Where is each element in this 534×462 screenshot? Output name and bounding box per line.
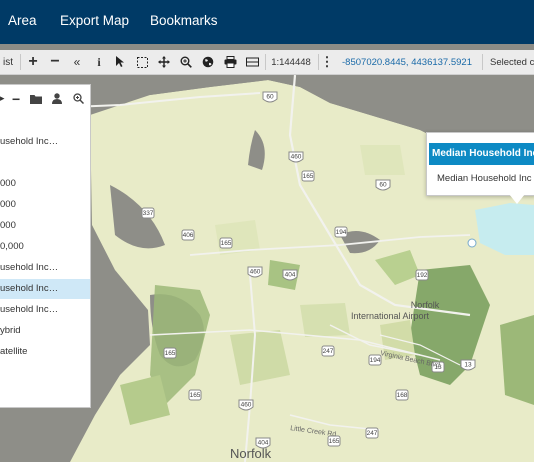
popup-body: Median Household Inc	[437, 173, 532, 184]
menu-export-map[interactable]: Export Map	[60, 13, 129, 28]
route-shield: 337	[143, 210, 154, 217]
route-shield: 168	[397, 392, 408, 399]
menu-area[interactable]: Area	[8, 13, 37, 28]
route-shield: 247	[367, 430, 378, 437]
more-options-icon[interactable]: ⋮	[321, 50, 334, 74]
route-shield: 165	[221, 240, 232, 247]
route-shield: 60	[379, 182, 387, 189]
city-label: Norfolk	[230, 446, 272, 461]
route-shield: 60	[266, 94, 274, 101]
pan-icon[interactable]	[156, 50, 172, 74]
layer-row[interactable]: usehold Inc…	[0, 258, 90, 278]
zoom-layer-icon[interactable]	[73, 93, 85, 107]
popup-pointer	[509, 194, 525, 204]
route-shield: 247	[323, 348, 334, 355]
route-shield: 165	[303, 173, 314, 180]
user-icon[interactable]	[52, 93, 62, 107]
route-shield: 404	[285, 272, 296, 279]
route-shield: 194	[336, 229, 347, 236]
basemap-row[interactable]: ybrid	[0, 321, 90, 341]
route-shield: 165	[190, 392, 201, 399]
route-shield: 165	[329, 438, 340, 445]
layer-row[interactable]: 000	[0, 216, 90, 236]
pointer-icon[interactable]	[112, 50, 128, 74]
route-shield: 194	[370, 357, 381, 364]
layer-row[interactable]: 000	[0, 174, 90, 194]
zoom-in-icon[interactable]: +	[24, 50, 42, 74]
select-rectangle-icon[interactable]	[134, 50, 150, 74]
print-icon[interactable]	[222, 50, 238, 74]
coordinates-readout: -8507020.8445, 4436137.5921	[342, 56, 472, 68]
route-shield: 460	[250, 269, 261, 276]
selected-count-label: Selected c	[490, 56, 534, 68]
layer-row[interactable]	[0, 153, 90, 173]
layer-row[interactable]: usehold Inc…	[0, 300, 90, 320]
route-shield: 406	[183, 232, 194, 239]
layer-row[interactable]: usehold Inc…	[0, 132, 90, 152]
layer-row-selected[interactable]: usehold Inc…	[0, 279, 90, 299]
route-shield: 165	[165, 350, 176, 357]
chevron-icon[interactable]: ▸	[0, 93, 5, 104]
route-shield: 460	[241, 402, 252, 409]
route-shield: 192	[417, 272, 428, 279]
map-toolbar: ist + − « i 1:144448 ⋮ -8507020.8445, 44…	[0, 50, 534, 75]
menu-bookmarks[interactable]: Bookmarks	[150, 13, 218, 28]
remove-layer-icon[interactable]: −	[12, 91, 20, 107]
top-nav-bar: Area Export Map Bookmarks	[0, 0, 534, 44]
info-icon[interactable]: i	[90, 50, 108, 74]
collapse-icon[interactable]: «	[68, 50, 86, 74]
measure-icon[interactable]	[244, 50, 260, 74]
route-shield: 460	[291, 154, 302, 161]
zoom-to-icon[interactable]	[178, 50, 194, 74]
layer-list-panel: ▸ − usehold Inc… 000 000 000 0,000 useho…	[0, 84, 91, 408]
scale-readout: 1:144448	[271, 56, 311, 68]
layer-row[interactable]: 0,000	[0, 237, 90, 257]
layer-row[interactable]: 000	[0, 195, 90, 215]
folder-icon[interactable]	[30, 94, 42, 107]
basemap-row[interactable]: atellite	[0, 342, 90, 362]
zoom-out-icon[interactable]: −	[46, 50, 64, 74]
feature-popup: Median Household Inc Median Household In…	[426, 132, 534, 204]
layer-list-button[interactable]: ist	[0, 50, 16, 74]
globe-icon[interactable]	[200, 50, 216, 74]
popup-title: Median Household Inc	[429, 143, 534, 165]
route-shield: 13	[464, 362, 472, 369]
panel-toolbar: ▸ −	[0, 91, 90, 111]
